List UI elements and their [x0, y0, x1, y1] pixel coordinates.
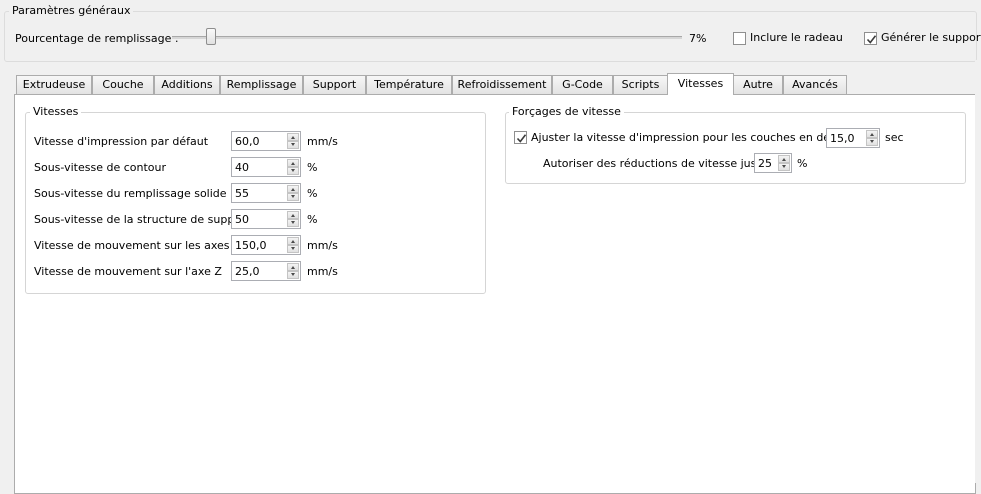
- spin-up-icon[interactable]: [287, 263, 299, 271]
- reduce-speed-unit: %: [797, 157, 808, 170]
- fill-percentage-value: 7%: [689, 32, 707, 45]
- speed-unit-travel-z: mm/s: [307, 265, 338, 278]
- tab-couche[interactable]: Couche: [92, 75, 154, 94]
- speed-unit-support: %: [307, 213, 318, 226]
- spin-up-icon[interactable]: [287, 133, 299, 141]
- spin-down-icon[interactable]: [287, 193, 299, 201]
- general-settings-title: Paramètres généraux: [9, 4, 134, 18]
- speeds-group-title: Vitesses: [30, 105, 82, 119]
- speed-solid-infill-value[interactable]: 55: [235, 187, 249, 200]
- speed-solid-infill-spinbox[interactable]: 55: [231, 183, 301, 203]
- tab-remplissage[interactable]: Remplissage: [220, 75, 303, 94]
- speed-default-value[interactable]: 60,0: [235, 135, 260, 148]
- tab-gcode[interactable]: G-Code: [552, 75, 613, 94]
- speed-default-spinbox[interactable]: 60,0: [231, 131, 301, 151]
- speed-unit-solid-infill: %: [307, 187, 318, 200]
- speed-label-perimeter: Sous-vitesse de contour: [34, 161, 166, 174]
- adjust-speed-checkbox[interactable]: [514, 131, 527, 144]
- spin-down-icon[interactable]: [287, 219, 299, 227]
- tab-support[interactable]: Support: [303, 75, 366, 94]
- adjust-speed-label[interactable]: Ajuster la vitesse d'impression pour les…: [531, 131, 861, 145]
- speed-label-travel-xy: Vitesse de mouvement sur les axes X/Y: [34, 239, 251, 252]
- spin-up-icon[interactable]: [866, 130, 878, 138]
- spin-down-icon[interactable]: [287, 167, 299, 175]
- speed-overrides-group: [505, 112, 966, 184]
- spin-up-icon[interactable]: [287, 159, 299, 167]
- fill-percentage-label: Pourcentage de remplissage :: [15, 32, 179, 45]
- tab-avances[interactable]: Avancés: [783, 75, 847, 94]
- reduce-speed-value[interactable]: 25: [758, 157, 772, 170]
- raft-label[interactable]: Inclure le radeau: [750, 31, 843, 45]
- speed-travel-z-spinbox[interactable]: 25,0: [231, 261, 301, 281]
- speed-support-value[interactable]: 50: [235, 213, 249, 226]
- speed-label-travel-z: Vitesse de mouvement sur l'axe Z: [34, 265, 222, 278]
- speed-perimeter-spinbox[interactable]: 40: [231, 157, 301, 177]
- support-label[interactable]: Générer le support: [881, 31, 981, 45]
- spin-up-icon[interactable]: [287, 185, 299, 193]
- spin-down-icon[interactable]: [866, 138, 878, 146]
- speed-unit-perimeter: %: [307, 161, 318, 174]
- spin-down-icon[interactable]: [287, 245, 299, 253]
- reduce-speed-spinbox[interactable]: 25: [754, 153, 792, 173]
- support-checkbox[interactable]: [864, 32, 877, 45]
- tab-vitesses[interactable]: Vitesses: [667, 73, 734, 95]
- speed-overrides-title: Forçages de vitesse: [509, 105, 624, 119]
- checkmark-icon: [516, 134, 527, 143]
- tab-extrudeuse[interactable]: Extrudeuse: [16, 75, 92, 94]
- tab-pane: Vitesses Vitesse d'impression par défaut…: [14, 94, 976, 494]
- tab-additions[interactable]: Additions: [154, 75, 220, 94]
- tab-scripts[interactable]: Scripts: [613, 75, 668, 94]
- tab-temperature[interactable]: Température: [366, 75, 452, 94]
- spin-down-icon[interactable]: [287, 141, 299, 149]
- speed-perimeter-value[interactable]: 40: [235, 161, 249, 174]
- spin-up-icon[interactable]: [287, 237, 299, 245]
- speed-travel-xy-spinbox[interactable]: 150,0: [231, 235, 301, 255]
- window-edge: [975, 60, 981, 483]
- adjust-speed-value[interactable]: 15,0: [830, 132, 855, 145]
- checkmark-icon: [866, 35, 877, 44]
- tab-refroidissement[interactable]: Refroidissement: [452, 75, 552, 94]
- fill-percentage-slider-handle[interactable]: [206, 28, 216, 45]
- speed-support-spinbox[interactable]: 50: [231, 209, 301, 229]
- speed-label-solid-infill: Sous-vitesse du remplissage solide: [34, 187, 227, 200]
- fill-percentage-slider-track[interactable]: [172, 36, 682, 39]
- spin-up-icon[interactable]: [778, 155, 790, 163]
- speed-label-support: Sous-vitesse de la structure de support: [34, 213, 250, 226]
- spin-down-icon[interactable]: [778, 163, 790, 171]
- spin-down-icon[interactable]: [287, 271, 299, 279]
- speed-unit-travel-xy: mm/s: [307, 239, 338, 252]
- speed-label-default: Vitesse d'impression par défaut: [34, 135, 209, 148]
- spin-up-icon[interactable]: [287, 211, 299, 219]
- adjust-speed-spinbox[interactable]: 15,0: [826, 128, 880, 148]
- speed-travel-xy-value[interactable]: 150,0: [235, 239, 267, 252]
- raft-checkbox[interactable]: [733, 32, 746, 45]
- tab-autre[interactable]: Autre: [733, 75, 783, 94]
- speed-travel-z-value[interactable]: 25,0: [235, 265, 260, 278]
- reduce-speed-label: Autoriser des réductions de vitesse jusq…: [543, 157, 781, 170]
- speed-unit-default: mm/s: [307, 135, 338, 148]
- adjust-speed-unit: sec: [885, 131, 904, 144]
